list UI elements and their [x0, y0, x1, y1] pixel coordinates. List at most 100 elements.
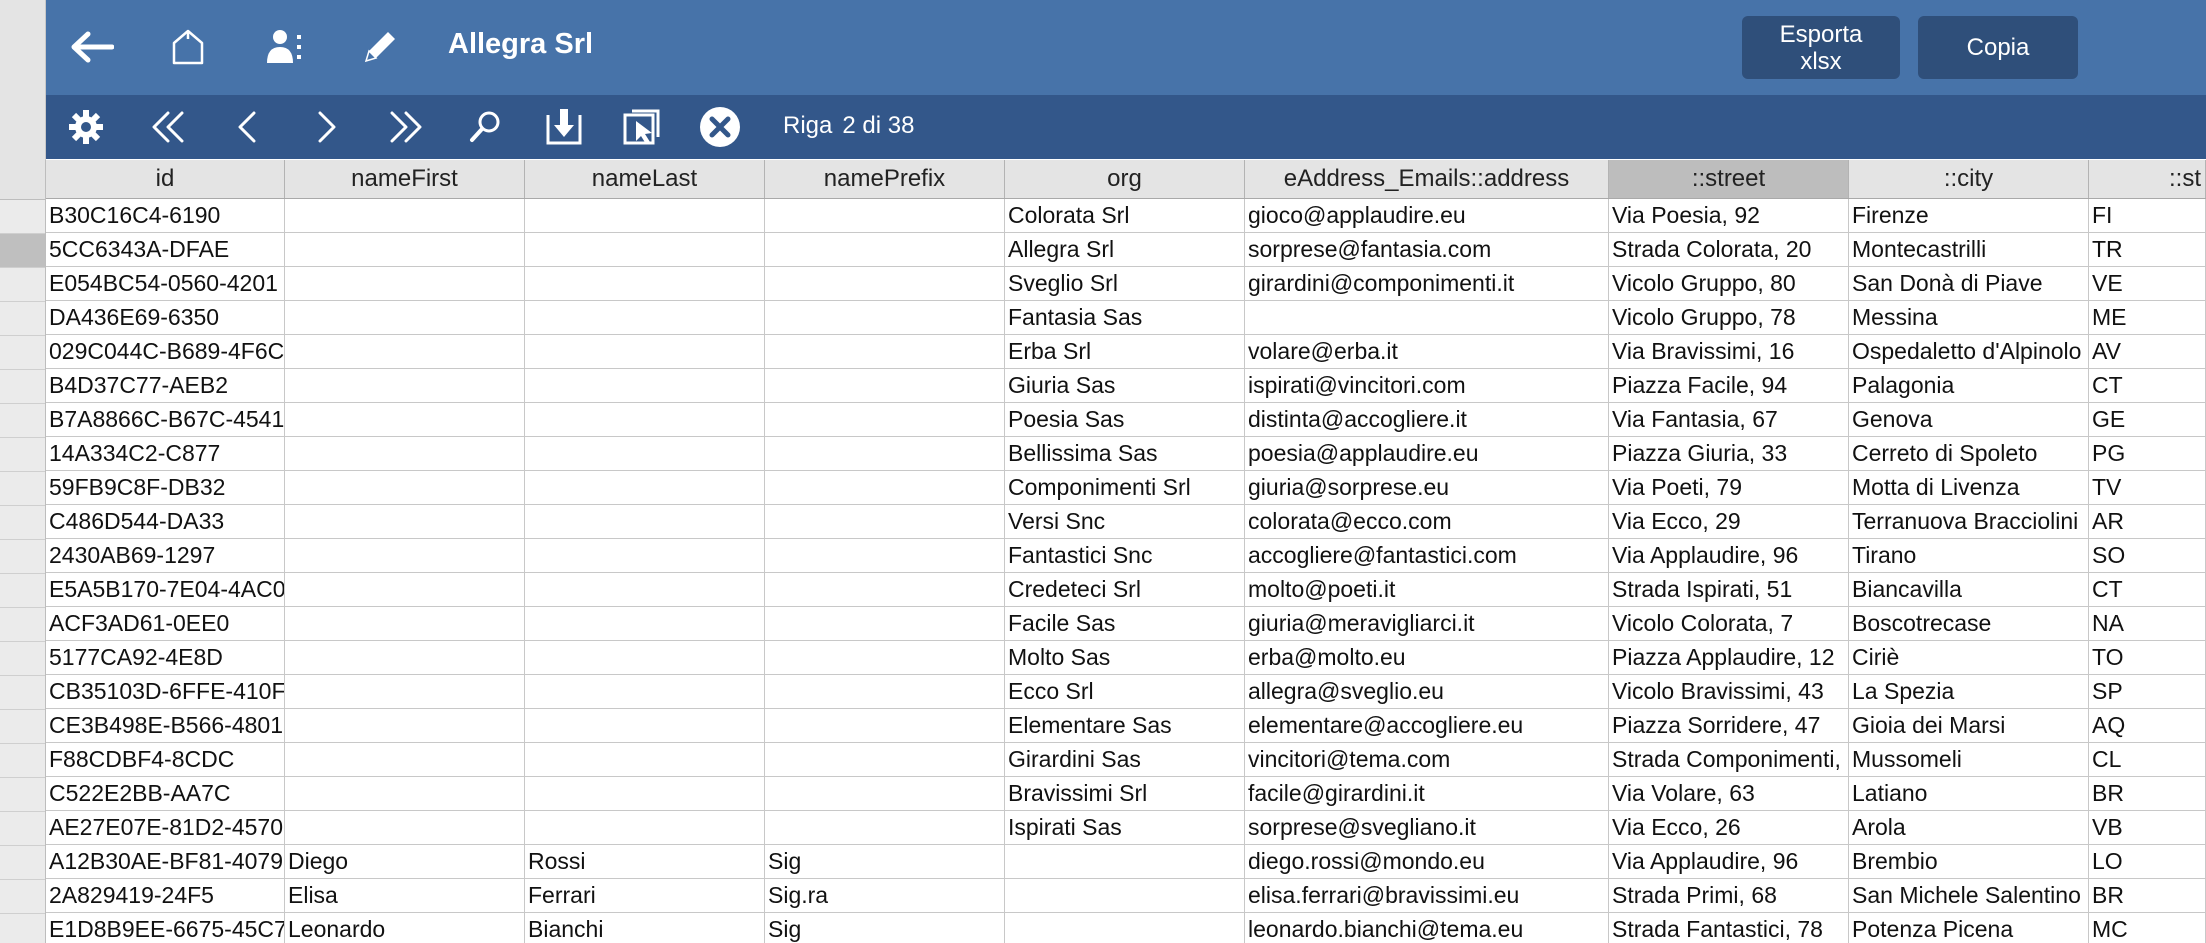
table-cell[interactable]	[765, 301, 1005, 334]
table-row[interactable]: C486D544-DA33 Versi Snc colorata@ecco.com V…	[46, 505, 2206, 539]
row-selector[interactable]	[0, 336, 45, 370]
table-cell[interactable]: CE3B498E-B566-4801	[46, 709, 285, 742]
table-cell[interactable]: 2430AB69-1297	[46, 539, 285, 572]
table-cell[interactable]: Facile Sas	[1005, 607, 1245, 640]
table-cell[interactable]	[525, 811, 765, 844]
row-selector[interactable]	[0, 472, 45, 506]
table-cell[interactable]: Giuria Sas	[1005, 369, 1245, 402]
table-cell[interactable]: Potenza Picena	[1849, 913, 2089, 943]
table-cell[interactable]	[525, 199, 765, 232]
table-cell[interactable]: Sig	[765, 845, 1005, 878]
table-cell[interactable]	[1005, 913, 1245, 943]
table-row[interactable]: A12B30AE-BF81-4079 Diego Rossi Sig diego.ros…	[46, 845, 2206, 879]
table-cell[interactable]	[765, 777, 1005, 810]
row-selector[interactable]	[0, 778, 45, 812]
table-cell[interactable]	[765, 675, 1005, 708]
table-cell[interactable]: Via Volare, 63	[1609, 777, 1849, 810]
row-selector[interactable]	[0, 404, 45, 438]
table-cell[interactable]: Girardini Sas	[1005, 743, 1245, 776]
row-selector[interactable]	[0, 540, 45, 574]
table-cell[interactable]	[525, 505, 765, 538]
table-cell[interactable]: ME	[2089, 301, 2206, 334]
row-selector[interactable]	[0, 574, 45, 608]
table-cell[interactable]	[285, 233, 525, 266]
import-icon[interactable]	[538, 101, 590, 153]
table-cell[interactable]: erba@molto.eu	[1245, 641, 1609, 674]
table-cell[interactable]	[285, 573, 525, 606]
table-row[interactable]: 14A334C2-C877 Bellissima Sas poesia@applau…	[46, 437, 2206, 471]
table-cell[interactable]: E5A5B170-7E04-4AC0	[46, 573, 285, 606]
table-cell[interactable]: F88CDBF4-8CDC	[46, 743, 285, 776]
table-cell[interactable]	[285, 505, 525, 538]
table-cell[interactable]: DA436E69-6350	[46, 301, 285, 334]
table-cell[interactable]: A12B30AE-BF81-4079	[46, 845, 285, 878]
table-cell[interactable]: Componimenti Srl	[1005, 471, 1245, 504]
table-cell[interactable]: Molto Sas	[1005, 641, 1245, 674]
table-row[interactable]: 5177CA92-4E8D Molto Sas erba@molto.eu Piazz…	[46, 641, 2206, 675]
table-cell[interactable]	[765, 437, 1005, 470]
table-cell[interactable]	[525, 743, 765, 776]
table-cell[interactable]: Via Fantasia, 67	[1609, 403, 1849, 436]
column-header-3[interactable]: namePrefix	[765, 160, 1005, 198]
table-cell[interactable]: AR	[2089, 505, 2206, 538]
table-row[interactable]: E1D8B9EE-6675-45C7 Leonardo Bianchi Sig leon…	[46, 913, 2206, 943]
home-icon[interactable]	[158, 20, 218, 74]
table-cell[interactable]: B7A8866C-B67C-4541	[46, 403, 285, 436]
table-cell[interactable]: Via Poesia, 92	[1609, 199, 1849, 232]
row-selector[interactable]	[0, 642, 45, 676]
table-cell[interactable]: CL	[2089, 743, 2206, 776]
table-cell[interactable]: Strada Colorata, 20	[1609, 233, 1849, 266]
table-cell[interactable]: Vicolo Colorata, 7	[1609, 607, 1849, 640]
table-cell[interactable]: Piazza Giuria, 33	[1609, 437, 1849, 470]
table-cell[interactable]: C522E2BB-AA7C	[46, 777, 285, 810]
table-cell[interactable]: TR	[2089, 233, 2206, 266]
row-selector[interactable]	[0, 744, 45, 778]
table-cell[interactable]	[285, 199, 525, 232]
table-cell[interactable]: PG	[2089, 437, 2206, 470]
table-cell[interactable]: NA	[2089, 607, 2206, 640]
last-record-icon[interactable]	[380, 101, 432, 153]
row-selector[interactable]	[0, 676, 45, 710]
table-row[interactable]: C522E2BB-AA7C Bravissimi Srl facile@girard…	[46, 777, 2206, 811]
table-cell[interactable]: colorata@ecco.com	[1245, 505, 1609, 538]
table-cell[interactable]	[765, 267, 1005, 300]
table-cell[interactable]	[285, 403, 525, 436]
table-cell[interactable]: molto@poeti.it	[1245, 573, 1609, 606]
row-selector[interactable]	[0, 846, 45, 880]
table-cell[interactable]: Vicolo Bravissimi, 43	[1609, 675, 1849, 708]
row-selector[interactable]	[0, 438, 45, 472]
table-row[interactable]: 2430AB69-1297 Fantastici Snc accogliere@fa…	[46, 539, 2206, 573]
table-cell[interactable]	[765, 471, 1005, 504]
table-cell[interactable]: sorprese@fantasia.com	[1245, 233, 1609, 266]
table-cell[interactable]: girardini@componimenti.it	[1245, 267, 1609, 300]
table-cell[interactable]: BR	[2089, 777, 2206, 810]
table-cell[interactable]: E1D8B9EE-6675-45C7	[46, 913, 285, 943]
table-row[interactable]: 029C044C-B689-4F6C Erba Srl volare@erba.it…	[46, 335, 2206, 369]
table-cell[interactable]: Erba Srl	[1005, 335, 1245, 368]
row-selector[interactable]	[0, 608, 45, 642]
table-cell[interactable]: Allegra Srl	[1005, 233, 1245, 266]
column-header-0[interactable]: id	[46, 160, 285, 198]
row-selector[interactable]	[0, 302, 45, 336]
table-cell[interactable]: Bianchi	[525, 913, 765, 943]
first-record-icon[interactable]	[142, 101, 194, 153]
table-row[interactable]: E5A5B170-7E04-4AC0 Credeteci Srl molto@poe…	[46, 573, 2206, 607]
table-cell[interactable]: Via Ecco, 26	[1609, 811, 1849, 844]
table-cell[interactable]: Ispirati Sas	[1005, 811, 1245, 844]
table-cell[interactable]	[1005, 845, 1245, 878]
table-cell[interactable]	[285, 539, 525, 572]
table-row[interactable]: B4D37C77-AEB2 Giuria Sas ispirati@vincitor…	[46, 369, 2206, 403]
table-cell[interactable]: accogliere@fantastici.com	[1245, 539, 1609, 572]
table-cell[interactable]	[525, 403, 765, 436]
row-selector[interactable]	[0, 880, 45, 914]
table-cell[interactable]	[765, 573, 1005, 606]
pencil-icon[interactable]	[350, 20, 410, 74]
table-cell[interactable]: Ecco Srl	[1005, 675, 1245, 708]
select-icon[interactable]	[616, 101, 668, 153]
table-cell[interactable]: Fantasia Sas	[1005, 301, 1245, 334]
table-cell[interactable]: 59FB9C8F-DB32	[46, 471, 285, 504]
table-cell[interactable]: poesia@applaudire.eu	[1245, 437, 1609, 470]
table-cell[interactable]: Latiano	[1849, 777, 2089, 810]
table-cell[interactable]	[765, 607, 1005, 640]
table-cell[interactable]: gioco@applaudire.eu	[1245, 199, 1609, 232]
